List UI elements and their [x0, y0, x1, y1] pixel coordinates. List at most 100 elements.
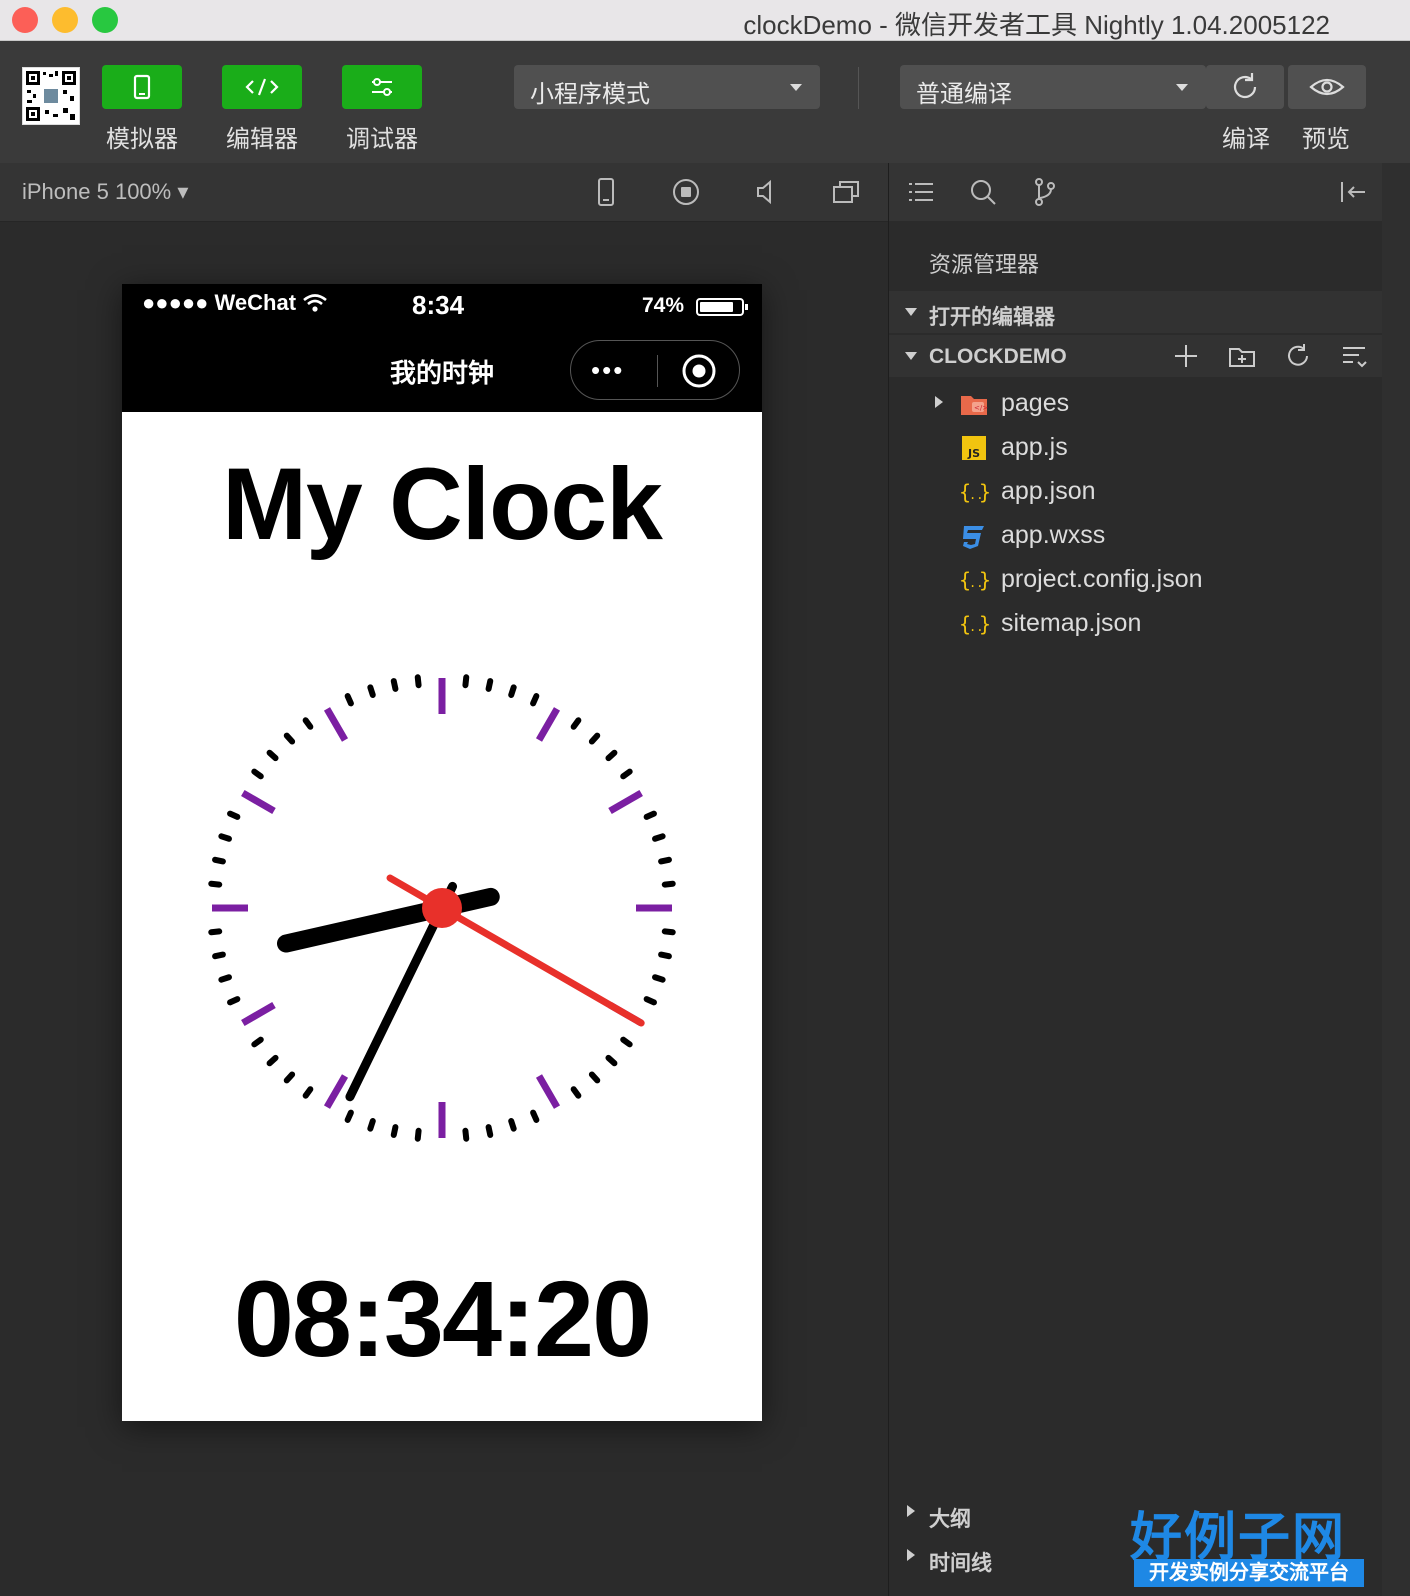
- status-time: 8:34: [412, 290, 465, 320]
- minute-tick: [227, 810, 241, 820]
- file-item-project-config-json[interactable]: {..} project.config.json: [889, 559, 1383, 601]
- svg-text:}: }: [979, 480, 989, 504]
- minute-tick: [344, 693, 354, 707]
- watermark-logo: 好例子网 开发实例分享交流平台: [1130, 1495, 1370, 1593]
- file-item-app-js[interactable]: JS app.js: [889, 427, 1383, 469]
- page-heading: My Clock: [222, 447, 663, 561]
- minute-tick: [485, 1124, 494, 1138]
- minute-tick: [658, 951, 672, 960]
- phone-icon: [133, 74, 151, 100]
- minute-tick: [283, 732, 296, 745]
- outline-label: 大纲: [929, 1508, 971, 1531]
- file-item-app-wxss[interactable]: app.wxss: [889, 515, 1383, 557]
- minute-tick: [462, 674, 470, 689]
- hour-tick: [241, 789, 276, 815]
- open-editors-section[interactable]: 打开的编辑器: [889, 291, 1383, 333]
- minute-tick: [652, 974, 666, 983]
- file-list-icon[interactable]: [905, 176, 937, 208]
- minute-tick: [414, 1127, 422, 1142]
- refresh-icon[interactable]: [1283, 341, 1313, 371]
- wifi-icon: [303, 294, 327, 312]
- editor-label: 编辑器: [226, 126, 298, 153]
- collapse-all-icon[interactable]: [1339, 341, 1369, 371]
- minute-tick: [620, 1036, 633, 1048]
- minute-tick: [344, 1109, 354, 1123]
- stop-record-icon[interactable]: [670, 176, 702, 208]
- minute-tick: [227, 996, 241, 1006]
- new-folder-icon[interactable]: [1227, 341, 1257, 371]
- simulator-label: 模拟器: [106, 126, 178, 153]
- sliders-icon: [372, 78, 392, 96]
- minute-tick: [530, 1109, 540, 1123]
- hour-tick: [608, 789, 643, 815]
- minute-tick: [605, 749, 618, 762]
- mode-select[interactable]: 小程序模式: [514, 65, 820, 109]
- minute-tick: [367, 1118, 376, 1132]
- chevron-right-icon: [907, 1505, 915, 1517]
- editor-toggle-button[interactable]: [222, 65, 302, 109]
- minute-tick: [218, 833, 232, 842]
- source-control-icon[interactable]: [1029, 176, 1061, 208]
- hour-tick: [241, 1001, 276, 1027]
- simulator-toggle-button[interactable]: [102, 65, 182, 109]
- minute-tick: [266, 1054, 279, 1067]
- json-icon: {..}: [959, 568, 989, 592]
- minute-tick: [620, 768, 633, 780]
- qr-avatar-icon[interactable]: [22, 67, 80, 125]
- chevron-down-icon: [905, 352, 917, 360]
- explorer-panel: 资源管理器 打开的编辑器 CLOCKDEMO </> pages JS app.…: [888, 163, 1383, 1596]
- minute-tick: [218, 974, 232, 983]
- minute-tick: [508, 684, 517, 698]
- compile-mode-value: 普通编译: [916, 81, 1012, 108]
- detach-window-icon[interactable]: [830, 176, 862, 208]
- mode-select-value: 小程序模式: [530, 81, 650, 108]
- preview-label: 预览: [1302, 126, 1350, 153]
- compile-mode-select[interactable]: 普通编译: [900, 65, 1206, 109]
- minute-tick: [588, 1071, 601, 1084]
- explorer-heading: 资源管理器: [929, 252, 1040, 277]
- close-target-icon[interactable]: [681, 353, 717, 389]
- minute-tick: [367, 684, 376, 698]
- toolbar-divider: [858, 67, 859, 109]
- compile-label: 编译: [1222, 126, 1270, 153]
- status-bar: ●●●●● WeChat 8:34 74%: [122, 284, 762, 328]
- phone-outline-icon[interactable]: [590, 176, 622, 208]
- file-item-app-json[interactable]: {..} app.json: [889, 471, 1383, 513]
- file-item-pages[interactable]: </> pages: [889, 383, 1383, 425]
- file-item-sitemap-json[interactable]: {..} sitemap.json: [889, 603, 1383, 645]
- window-titlebar: clockDemo - 微信开发者工具 Nightly 1.04.2005122: [0, 0, 1410, 41]
- preview-button[interactable]: [1288, 65, 1366, 109]
- carrier-text: ●●●●● WeChat: [142, 290, 297, 315]
- more-icon[interactable]: •••: [591, 357, 624, 383]
- refresh-icon: [1233, 73, 1257, 99]
- project-section[interactable]: CLOCKDEMO: [889, 335, 1383, 377]
- file-name: app.js: [1001, 433, 1068, 461]
- svg-text:JS: JS: [967, 447, 980, 460]
- zoom-window-button[interactable]: [92, 7, 118, 33]
- device-select[interactable]: iPhone 5 100% ▾: [22, 179, 188, 205]
- clock-center-pin: [422, 888, 462, 928]
- chevron-right-icon: [907, 1549, 915, 1561]
- capsule-menu[interactable]: •••: [570, 340, 740, 400]
- file-name: app.json: [1001, 477, 1096, 505]
- collapse-panel-icon[interactable]: [1337, 176, 1369, 208]
- svg-text:}: }: [979, 612, 989, 636]
- speaker-icon[interactable]: [750, 176, 782, 208]
- new-file-icon[interactable]: [1171, 341, 1201, 371]
- minute-tick: [212, 951, 226, 960]
- debugger-toggle-button[interactable]: [342, 65, 422, 109]
- file-name: project.config.json: [1001, 565, 1203, 593]
- search-icon[interactable]: [967, 176, 999, 208]
- project-name: CLOCKDEMO: [929, 345, 1067, 368]
- close-window-button[interactable]: [12, 7, 38, 33]
- minute-tick: [462, 1127, 470, 1142]
- js-icon: JS: [962, 436, 986, 460]
- json-icon: {..}: [959, 612, 989, 636]
- minute-tick: [208, 928, 223, 936]
- compile-button[interactable]: [1206, 65, 1284, 109]
- right-side-panel-edge: [1382, 163, 1410, 1596]
- explorer-tabs: [889, 163, 1383, 221]
- carrier-signal: ●●●●● WeChat: [142, 290, 328, 316]
- minute-tick: [530, 693, 540, 707]
- minimize-window-button[interactable]: [52, 7, 78, 33]
